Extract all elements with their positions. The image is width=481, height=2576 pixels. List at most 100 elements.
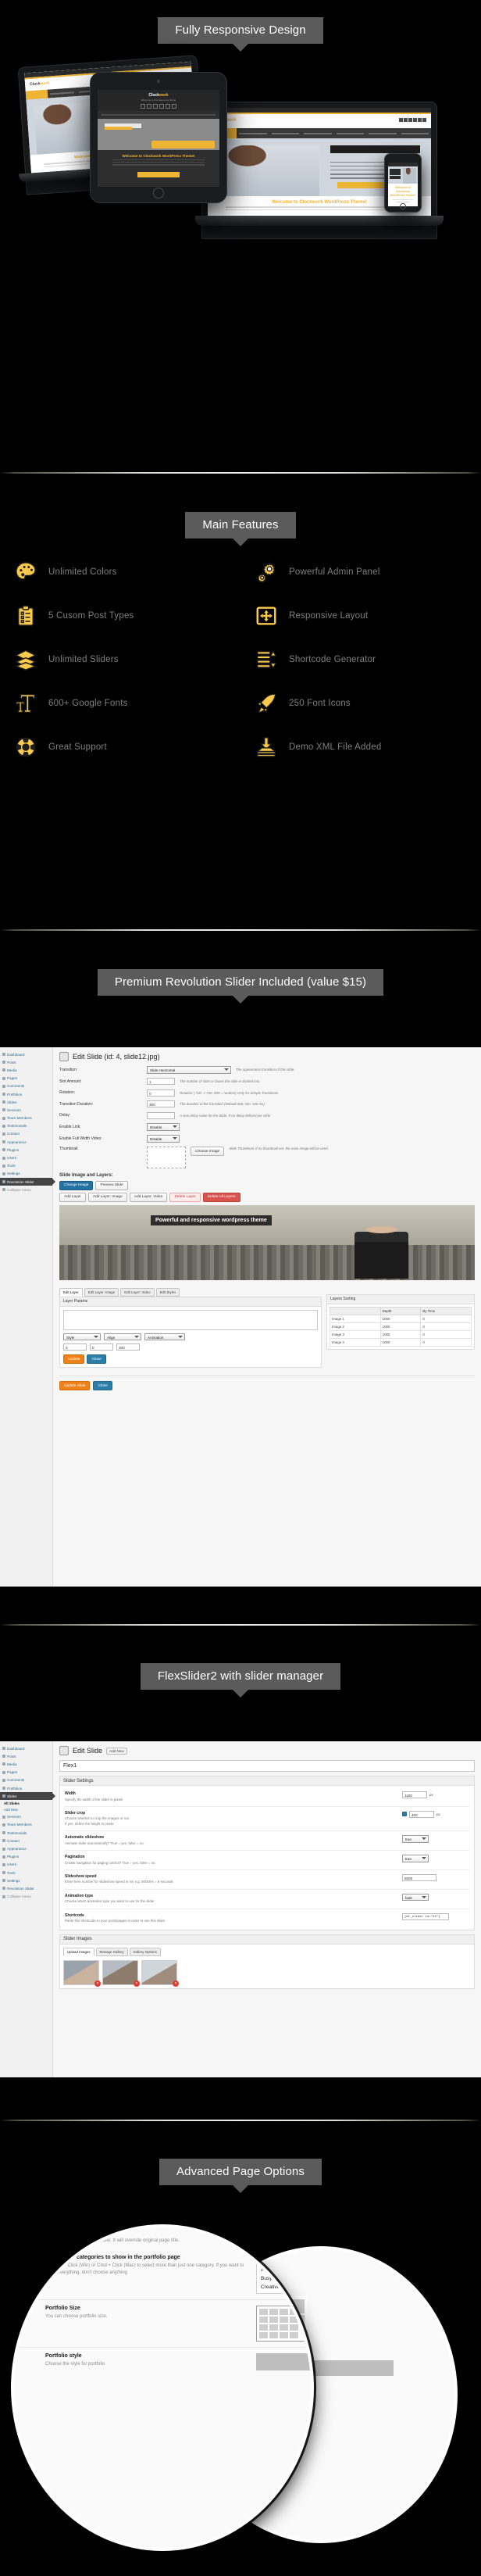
change-image-button[interactable]: Change Image <box>59 1180 94 1190</box>
sidebar-item-dashboard[interactable]: Dashboard <box>0 1744 52 1752</box>
remove-image-button[interactable]: × <box>173 1980 179 1987</box>
category-option[interactable]: Creative <box>257 2283 311 2292</box>
sidebar-item-plugins[interactable]: Plugins <box>0 1146 52 1154</box>
portfolio-style-option[interactable] <box>303 2360 394 2376</box>
tab-gallery-options[interactable]: Gallery Options <box>129 1947 161 1956</box>
delete-all-layers-button[interactable]: Delete All Layers <box>202 1192 241 1202</box>
slider-crop-checkbox[interactable] <box>402 1812 407 1817</box>
sidebar-item-tools[interactable]: Tools <box>0 1162 52 1170</box>
sidebar-item-users[interactable]: Users <box>0 1154 52 1161</box>
enable-link-select[interactable]: Disable <box>147 1123 180 1131</box>
slider-thumbnail[interactable]: × <box>63 1959 101 1987</box>
sidebar-item-comments[interactable]: Comments <box>0 1082 52 1090</box>
choose-image-button[interactable]: Choose Image <box>191 1147 225 1156</box>
table-row[interactable]: Image 3 1000 0 <box>330 1329 472 1339</box>
portfolio-size-4col[interactable] <box>256 2306 311 2342</box>
sidebar-item-media[interactable]: Media <box>0 1066 52 1074</box>
crop-height-input[interactable]: 400 <box>409 1810 434 1818</box>
sidebar-item-collapse-menu[interactable]: Collapse menu <box>0 1186 52 1193</box>
sidebar-item-users[interactable]: Users <box>0 1861 52 1869</box>
tab-edit-layer-image[interactable]: Edit Layer: Image <box>84 1287 119 1297</box>
slide-layer-caption[interactable]: Powerful and responsive wordpress theme <box>151 1215 272 1225</box>
delete-layer-button[interactable]: Delete Layer <box>169 1192 201 1202</box>
sidebar-item-team-members[interactable]: Team Members <box>0 1821 52 1829</box>
remove-image-button[interactable]: × <box>134 1980 140 1987</box>
layer-x-input[interactable]: 0 <box>63 1343 87 1351</box>
layer-update-button[interactable]: Update <box>63 1354 85 1364</box>
slideshow-speed-input[interactable]: 5000 <box>402 1873 436 1881</box>
layer-close-button[interactable]: Close <box>87 1354 106 1364</box>
slide-title-input[interactable]: Flex1 <box>59 1760 475 1772</box>
sidebar-item-team-members[interactable]: Team Members <box>0 1114 52 1122</box>
slide-layer-person[interactable] <box>354 1225 408 1279</box>
animation-type-select[interactable]: fade <box>402 1893 429 1902</box>
sidebar-item-dashboard[interactable]: Dashboard <box>0 1050 52 1058</box>
table-row[interactable]: Image 1 1000 0 <box>330 1314 472 1323</box>
sidebar-item-portfolios[interactable]: Portfolios <box>0 1090 52 1098</box>
delay-input[interactable] <box>147 1111 175 1119</box>
width-input[interactable]: 1180 <box>402 1791 427 1798</box>
transition-select[interactable]: Slide Horizontal <box>147 1066 231 1074</box>
submenu-add-new[interactable]: Add New <box>0 1807 52 1813</box>
sidebar-item-plugins[interactable]: Plugins <box>0 1853 52 1861</box>
sidebar-item-portfolios[interactable]: Portfolios <box>0 1784 52 1792</box>
category-option[interactable]: Amazing <box>257 2257 311 2266</box>
tab-manage-gallery[interactable]: Manage Gallery <box>95 1947 128 1956</box>
tab-edit-styles[interactable]: Edit Styles <box>155 1287 180 1297</box>
layer-align-select[interactable]: Align <box>104 1333 141 1340</box>
category-option[interactable]: Awesome <box>257 2266 311 2274</box>
sidebar-item-posts[interactable]: Posts <box>0 1752 52 1760</box>
rotation-input[interactable]: 0 <box>147 1089 175 1097</box>
sidebar-item-settings[interactable]: Settings <box>0 1170 52 1178</box>
pagination-select[interactable]: true <box>402 1855 429 1862</box>
layer-text-area[interactable] <box>63 1309 318 1330</box>
slide-preview-canvas[interactable]: Powerful and responsive wordpress theme <box>59 1204 475 1280</box>
sidebar-item-testimonials[interactable]: Testimonials <box>0 1122 52 1130</box>
update-slide-button[interactable]: Update Slide <box>59 1381 91 1390</box>
slider-thumbnail[interactable]: × <box>102 1959 140 1987</box>
tab-edit-layer[interactable]: Edit Layer <box>59 1287 83 1297</box>
sidebar-item-revolution-slider[interactable]: Revolution Slider <box>0 1884 52 1892</box>
sidebar-item-testimonials[interactable]: Testimonials <box>0 1829 52 1837</box>
sidebar-item-comments[interactable]: Comments <box>0 1776 52 1784</box>
add-new-button[interactable]: Add New <box>106 1747 127 1755</box>
tab-edit-layer-video[interactable]: Edit Layer: Video <box>120 1287 155 1297</box>
thumbnail-dropzone[interactable] <box>147 1147 186 1168</box>
table-row[interactable]: Image 2 1000 0 <box>330 1322 472 1331</box>
col-depth[interactable]: Depth <box>379 1306 422 1315</box>
sidebar-item-contact[interactable]: Contact <box>0 1837 52 1844</box>
layer-speed-input[interactable]: 300 <box>116 1343 140 1351</box>
sidebar-item-revolution-slider[interactable]: Revolution Slider <box>0 1178 55 1186</box>
sidebar-item-services[interactable]: Services <box>0 1106 52 1114</box>
add-layer-image-button[interactable]: Add Layer: Image <box>87 1192 127 1202</box>
add-layer-video-button[interactable]: Add Layer: Video <box>129 1192 168 1202</box>
remove-image-button[interactable]: × <box>94 1980 101 1987</box>
automatic-slideshow-select[interactable]: true <box>402 1835 429 1843</box>
layer-y-input[interactable]: 0 <box>90 1343 113 1351</box>
add-layer-button[interactable]: Add Layer <box>59 1192 86 1202</box>
tab-upload-images[interactable]: Upload Images <box>63 1947 94 1956</box>
sidebar-item-appearance[interactable]: Appearance <box>0 1844 52 1852</box>
close-button[interactable]: Close <box>93 1381 112 1390</box>
submenu-all-slides[interactable]: All Slides <box>0 1800 52 1806</box>
transition-duration-input[interactable]: 300 <box>147 1100 175 1107</box>
sidebar-item-collapse-menu[interactable]: Collapse menu <box>0 1893 52 1901</box>
sidebar-item-slides[interactable]: Slides <box>0 1792 55 1801</box>
enable-fullwidth-video-select[interactable]: Disable <box>147 1135 180 1143</box>
sidebar-item-media[interactable]: Media <box>0 1760 52 1768</box>
col-bytime[interactable]: By Time <box>420 1306 472 1315</box>
layer-style-select[interactable]: Style <box>63 1333 101 1340</box>
sidebar-item-tools[interactable]: Tools <box>0 1869 52 1877</box>
sidebar-item-posts[interactable]: Posts <box>0 1058 52 1066</box>
category-option[interactable]: Busy day <box>257 2274 311 2283</box>
portfolio-style-option[interactable] <box>256 2353 311 2370</box>
preview-slide-button[interactable]: Preview Slide <box>95 1180 128 1190</box>
slot-amount-input[interactable]: 1 <box>147 1078 175 1085</box>
sidebar-item-settings[interactable]: Settings <box>0 1877 52 1884</box>
layer-anim-select[interactable]: Animation <box>144 1333 185 1340</box>
table-row[interactable]: Image 4 1000 0 <box>330 1337 472 1347</box>
sidebar-item-slides[interactable]: Slides <box>0 1098 52 1106</box>
slider-thumbnail[interactable]: × <box>141 1959 179 1987</box>
sidebar-item-appearance[interactable]: Appearance <box>0 1138 52 1146</box>
shortcode-input[interactable]: [mt_slider id="24"] <box>402 1912 449 1920</box>
